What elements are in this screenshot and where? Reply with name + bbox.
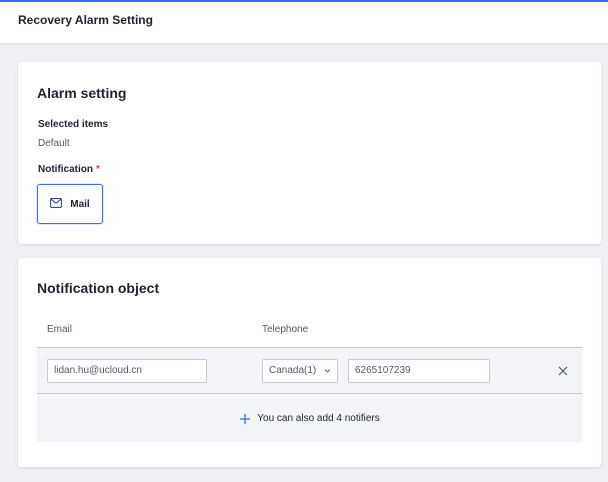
top-bar: Recovery Alarm Setting (0, 0, 608, 43)
country-code-select[interactable]: Canada(1) (262, 359, 338, 383)
phone-input[interactable]: 6265107239 (348, 359, 490, 383)
notification-object-card: Notification object Email Telephone lida… (18, 258, 601, 467)
remove-notifier-button[interactable] (556, 364, 570, 378)
telephone-column-header: Telephone (262, 324, 309, 335)
notification-label: Notification * (38, 164, 100, 175)
selected-items-label: Selected items (38, 119, 109, 130)
notifier-row: lidan.hu@ucloud.cn Canada(1) 6265107239 (37, 347, 582, 394)
close-icon (556, 365, 570, 382)
mail-icon (50, 195, 63, 213)
mail-notification-button[interactable]: Mail (37, 184, 103, 224)
country-code-value: Canada(1) (269, 365, 317, 376)
notification-label-text: Notification (38, 164, 93, 175)
page-title: Recovery Alarm Setting (18, 13, 153, 27)
add-notifier-text: You can also add 4 notifiers (257, 412, 380, 424)
add-notifier-area[interactable]: You can also add 4 notifiers (37, 394, 582, 442)
email-column-header: Email (47, 324, 73, 335)
notification-object-title: Notification object (37, 280, 160, 296)
alarm-setting-card: Alarm setting Selected items Default Not… (18, 62, 601, 244)
alarm-setting-title: Alarm setting (37, 85, 127, 101)
plus-icon (239, 412, 251, 424)
required-mark: * (96, 164, 100, 175)
selected-items-value: Default (38, 138, 70, 149)
email-input[interactable]: lidan.hu@ucloud.cn (47, 359, 207, 383)
mail-button-label: Mail (70, 198, 90, 210)
chevron-down-icon (324, 360, 331, 390)
